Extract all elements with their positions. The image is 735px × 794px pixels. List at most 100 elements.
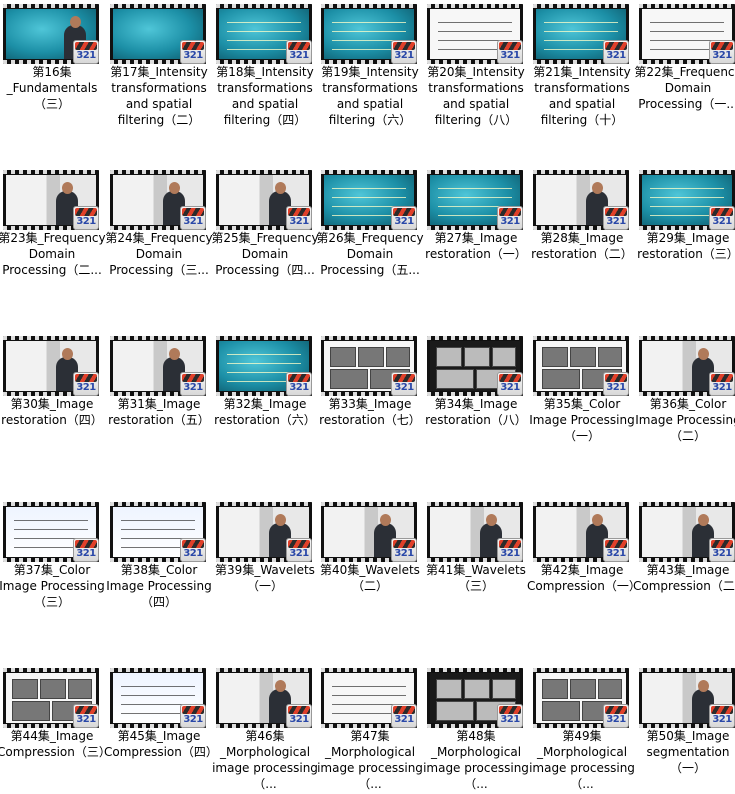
player-badge-text: 321 [183,548,203,559]
video-thumbnail[interactable]: 321 [110,502,206,562]
video-file-icon: 321 [497,704,523,728]
clapperboard-icon [182,706,204,714]
film-strip-top [427,170,523,174]
video-title[interactable]: 第46集_Morphological image processing（... [210,728,320,792]
slide-figure-panel [40,679,66,699]
player-badge-text: 321 [289,382,309,393]
player-badge-text: 321 [76,50,96,61]
video-title[interactable]: 第19集_Intensity transformations and spati… [315,64,425,128]
video-thumbnail[interactable]: 321 [3,336,99,396]
video-title[interactable]: 第22集_Frequency Domain Processing（一... [633,64,735,112]
video-title[interactable]: 第30集_Image restoration（四） [0,396,107,428]
video-thumbnail[interactable]: 321 [533,4,629,64]
video-title[interactable]: 第26集_Frequency Domain Processing（五... [315,230,425,278]
player-badge-text: 321 [289,548,309,559]
clapperboard-icon [499,374,521,382]
video-file-icon: 321 [709,704,735,728]
video-title[interactable]: 第39集_Wavelets（一） [210,562,320,594]
video-thumbnail[interactable]: 321 [3,668,99,728]
video-thumbnail[interactable]: 321 [427,336,523,396]
video-thumbnail[interactable]: 321 [3,170,99,230]
video-title[interactable]: 第41集_Wavelets（三） [421,562,531,594]
video-title[interactable]: 第16集_Fundamentals（三） [0,64,107,112]
video-file-icon: 321 [603,538,629,562]
video-title[interactable]: 第29集_Image restoration（三） [633,230,735,262]
slide-figure-panel [12,679,38,699]
video-thumbnail[interactable]: 321 [321,4,417,64]
video-title[interactable]: 第27集_Image restoration（一） [421,230,531,262]
video-title[interactable]: 第18集_Intensity transformations and spati… [210,64,320,128]
clapperboard-icon [75,208,97,216]
video-thumbnail[interactable]: 321 [533,170,629,230]
video-title[interactable]: 第23集_Frequency Domain Processing（二... [0,230,107,278]
video-title[interactable]: 第43集_Image Compression（二） [633,562,735,594]
video-thumbnail[interactable]: 321 [216,502,312,562]
video-title[interactable]: 第44集_Image Compression（三） [0,728,107,760]
film-strip-top [3,502,99,506]
video-title[interactable]: 第34集_Image restoration（八） [421,396,531,428]
video-thumbnail[interactable]: 321 [110,170,206,230]
video-file-icon: 321 [497,40,523,64]
video-thumbnail[interactable]: 321 [639,170,735,230]
video-thumbnail[interactable]: 321 [533,502,629,562]
video-title[interactable]: 第48集_Morphological image processing（... [421,728,531,792]
video-thumbnail[interactable]: 321 [110,668,206,728]
video-thumbnail[interactable]: 321 [216,668,312,728]
video-thumbnail[interactable]: 321 [427,502,523,562]
video-thumbnail[interactable]: 321 [110,336,206,396]
video-thumbnail[interactable]: 321 [639,4,735,64]
video-thumbnail[interactable]: 321 [427,4,523,64]
clapperboard-icon [499,706,521,714]
video-title[interactable]: 第24集_Frequency Domain Processing（三... [104,230,214,278]
video-file-icon: 321 [391,704,417,728]
video-thumbnail[interactable]: 321 [110,4,206,64]
video-title[interactable]: 第40集_Wavelets（二） [315,562,425,594]
video-title[interactable]: 第25集_Frequency Domain Processing（四... [210,230,320,278]
video-title[interactable]: 第32集_Image restoration（六） [210,396,320,428]
video-file-icon: 321 [73,538,99,562]
player-badge-text: 321 [712,714,732,725]
video-thumbnail[interactable]: 321 [639,336,735,396]
player-badge-text: 321 [76,382,96,393]
video-title[interactable]: 第20集_Intensity transformations and spati… [421,64,531,128]
video-thumbnail[interactable]: 321 [533,668,629,728]
video-thumbnail[interactable]: 321 [3,4,99,64]
video-file-icon: 321 [603,40,629,64]
slide-figure-panel [68,679,92,699]
video-title[interactable]: 第28集_Image restoration（二） [527,230,637,262]
video-title[interactable]: 第17集_Intensity transformations and spati… [104,64,214,128]
video-thumbnail[interactable]: 321 [216,336,312,396]
video-thumbnail[interactable]: 321 [216,170,312,230]
video-thumbnail[interactable]: 321 [639,502,735,562]
video-thumbnail[interactable]: 321 [639,668,735,728]
video-title[interactable]: 第36集_Color Image Processing（二） [633,396,735,444]
film-strip-top [533,170,629,174]
video-title[interactable]: 第35集_Color Image Processing（一） [527,396,637,444]
video-title[interactable]: 第50集_Image segmentation（一） [633,728,735,776]
video-file-icon: 321 [709,372,735,396]
video-title[interactable]: 第21集_Intensity transformations and spati… [527,64,637,128]
video-thumbnail[interactable]: 321 [321,170,417,230]
video-thumbnail[interactable]: 321 [216,4,312,64]
video-title[interactable]: 第47集_Morphological image processing（... [315,728,425,792]
video-thumbnail[interactable]: 321 [533,336,629,396]
video-title[interactable]: 第38集_Color Image Processing（四） [104,562,214,610]
clapperboard-icon [288,374,310,382]
film-strip-top [110,336,206,340]
video-thumbnail[interactable]: 321 [427,170,523,230]
video-title[interactable]: 第49集_Morphological image processing（... [527,728,637,792]
video-thumbnail[interactable]: 321 [321,668,417,728]
video-title[interactable]: 第31集_Image restoration（五） [104,396,214,428]
video-title[interactable]: 第45集_Image Compression（四） [104,728,214,760]
video-file-icon: 321 [603,372,629,396]
video-thumbnail[interactable]: 321 [427,668,523,728]
film-strip-top [533,668,629,672]
film-strip-top [321,502,417,506]
video-thumbnail[interactable]: 321 [321,336,417,396]
video-title[interactable]: 第37集_Color Image Processing（三） [0,562,107,610]
video-title[interactable]: 第42集_Image Compression（一） [527,562,637,594]
video-thumbnail[interactable]: 321 [3,502,99,562]
video-title[interactable]: 第33集_Image restoration（七） [315,396,425,428]
video-file-icon: 321 [73,704,99,728]
video-thumbnail[interactable]: 321 [321,502,417,562]
